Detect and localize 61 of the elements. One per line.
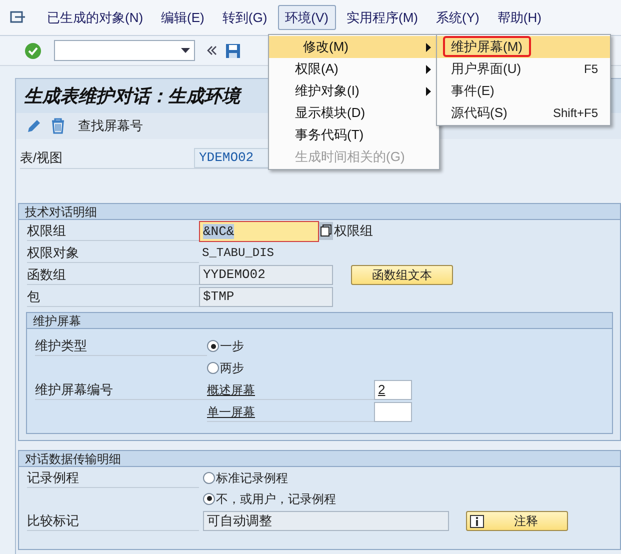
radio-button[interactable] [207,340,219,352]
field-label: 比较标记 [27,511,199,531]
menu-entry[interactable]: 事件(E) [437,80,610,102]
trash-icon[interactable] [50,118,66,134]
field-label: 函数组 [27,265,199,285]
field-label: 维护屏幕编号 [35,380,207,400]
menu-icon[interactable] [10,10,26,24]
menu-entry[interactable]: 事务代码(T) [269,124,439,146]
menu-entry[interactable]: 维护对象(I) [269,80,439,102]
screen-number-field[interactable]: 2 [374,380,412,400]
field-label: 维护类型 [35,336,207,356]
group-title: 对话数据传输明细 [25,450,121,468]
menu-item[interactable]: 转到(G) [215,4,274,30]
menu-entry[interactable]: 源代码(S) Shift+F5 [437,102,610,124]
authorization-object-text: S_TABU_DIS [201,245,276,262]
save-icon[interactable] [225,42,241,58]
radio-label: 标准记录例程 [216,470,288,486]
authorization-group-field[interactable]: &NC& [199,220,319,242]
menu-entry[interactable]: 用户界面(U) F5 [437,58,610,80]
menu-entry[interactable]: 显示模块(D) [269,102,439,124]
field-label: 记录例程 [27,468,199,488]
note-button[interactable]: 注释 [466,511,568,531]
group-title: 维护屏幕 [33,312,81,330]
command-field[interactable] [54,40,195,61]
field-label: 权限组 [334,222,373,240]
menu-item[interactable]: 系统(Y) [429,4,486,30]
menu-entry[interactable]: 修改(M) [269,36,439,58]
radio-label: 一步 [220,338,244,355]
group-title: 技术对话明细 [25,204,97,220]
field-label: 表/视图 [20,148,64,167]
screen-title: 生成表维护对话：生成环境 [24,84,240,108]
field-label: 包 [27,287,199,307]
table-view-field[interactable]: YDEMO02 [194,148,270,168]
copy-icon[interactable] [319,222,333,240]
radio-button[interactable] [203,492,215,504]
radio-label: 两步 [220,360,244,377]
readonly-field: YYDEMO02 [199,265,333,285]
find-screen-button[interactable]: 查找屏幕号 [78,116,143,136]
field-label: 权限对象 [27,243,199,263]
submenu-arrow-icon [426,64,431,74]
menu-entry[interactable]: 权限(A) [269,58,439,80]
radio-button[interactable] [207,362,219,374]
pencil-icon[interactable] [26,118,42,134]
readonly-field: $TMP [199,287,333,307]
info-icon [470,514,484,528]
menu-item[interactable]: 环境(V) [278,4,336,30]
submenu-arrow-icon [426,42,431,52]
radio-label: 不，或用户，记录例程 [216,490,336,508]
submenu-arrow-icon [426,86,431,96]
menu-item[interactable]: 帮助(H) [490,4,548,30]
readonly-field: 可自动调整 [203,511,449,531]
check-icon[interactable] [24,42,42,60]
dropdown-arrow-icon [181,48,190,53]
screen-number-field[interactable] [374,402,412,422]
menu-item[interactable]: 已生成的对象(N) [40,4,150,30]
collapse-icon[interactable] [207,46,217,55]
menu-entry[interactable]: 维护屏幕(M) [437,36,610,58]
function-group-text-button[interactable]: 函数组文本 [351,265,453,285]
menu-item[interactable]: 实用程序(M) [340,4,426,30]
menu-item[interactable]: 编辑(E) [154,4,212,30]
radio-button[interactable] [203,472,215,484]
